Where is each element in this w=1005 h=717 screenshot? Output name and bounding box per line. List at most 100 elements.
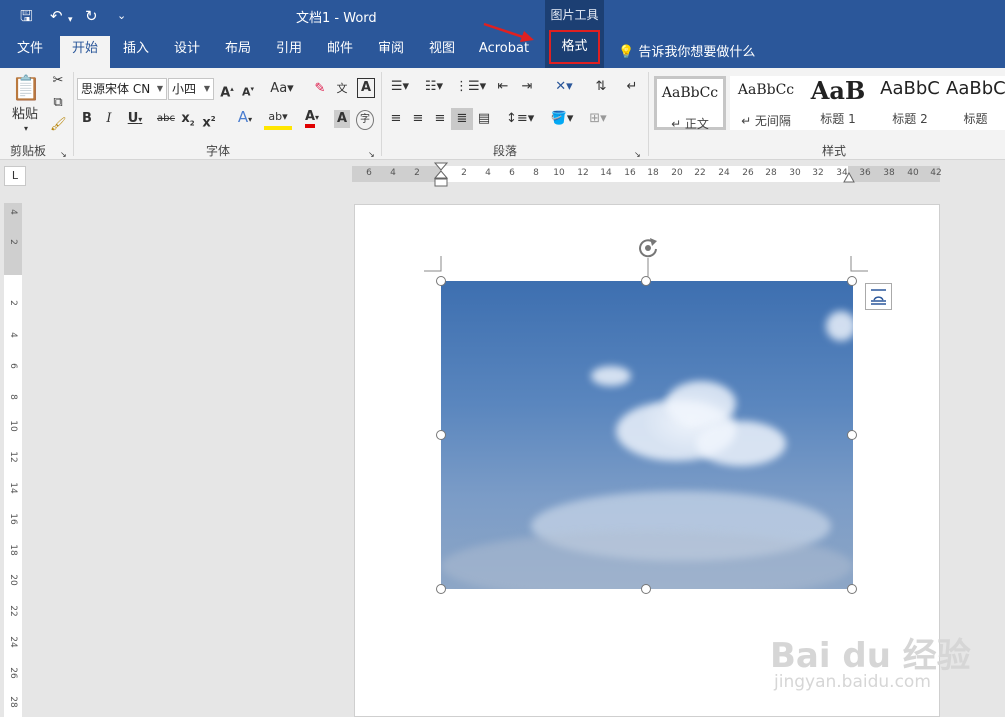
grow-font-icon[interactable]: A▴ [219, 80, 235, 102]
tab-layout[interactable]: 布局 [217, 32, 259, 68]
baidu-watermark: Bai du 经验 jingyan.baidu.com [770, 606, 1000, 696]
tab-file[interactable]: 文件 [10, 32, 50, 68]
tab-format[interactable]: 格式 [549, 30, 600, 64]
italic-icon[interactable]: I [102, 110, 116, 128]
tab-insert[interactable]: 插入 [115, 32, 157, 68]
sky-picture[interactable] [441, 281, 853, 589]
resize-handle-left[interactable] [436, 430, 446, 440]
enclose-characters-icon[interactable]: 字 [356, 110, 374, 130]
align-left-icon[interactable]: ≡ [387, 110, 405, 128]
change-case-icon[interactable]: Aa▾ [268, 80, 296, 98]
cloud-shape [696, 421, 786, 466]
clear-formatting-icon[interactable]: ✎ [312, 80, 328, 98]
tab-stop-selector[interactable]: L [4, 166, 26, 186]
bullets-icon[interactable]: ☰▾ [387, 78, 413, 96]
redo-icon[interactable]: ↻ [85, 6, 98, 26]
document-title: 文档1 - Word [296, 11, 377, 26]
horizontal-ruler[interactable]: 6 4 2 2 4 6 8 10 12 14 16 18 20 22 24 26… [352, 162, 942, 187]
resize-handle-top-left[interactable] [436, 276, 446, 286]
resize-handle-top-right[interactable] [847, 276, 857, 286]
right-indent-marker-icon[interactable] [843, 172, 855, 184]
strikethrough-icon[interactable]: abc [156, 110, 176, 128]
copy-icon[interactable]: ⧉ [50, 94, 66, 112]
clipboard-launcher-icon[interactable]: ↘ [60, 146, 67, 164]
subscript-icon[interactable]: x2 [180, 110, 196, 133]
tab-home[interactable]: 开始 [60, 36, 110, 68]
resize-handle-bottom-right[interactable] [847, 584, 857, 594]
char-border-icon[interactable]: A [357, 78, 375, 98]
undo-icon[interactable]: ↶ [50, 6, 63, 26]
underline-icon[interactable]: U▾ [124, 110, 146, 129]
sort-icon[interactable]: ⇅ [592, 78, 610, 96]
cut-icon[interactable]: ✂ [50, 72, 66, 90]
font-name-value: 思源宋体 CN [81, 82, 151, 96]
text-effects-icon[interactable]: A▾ [232, 108, 258, 129]
ruler-number: 20 [8, 574, 18, 586]
vertical-ruler[interactable]: 4 2 2 4 6 8 10 12 14 16 18 20 22 24 26 2… [4, 203, 22, 717]
tell-me-search[interactable]: 💡 告诉我你想要做什么 [618, 41, 755, 60]
distributed-icon[interactable]: ▤ [475, 110, 493, 128]
superscript-icon[interactable]: x2 [201, 110, 217, 132]
phonetic-guide-icon[interactable]: 文 [334, 80, 350, 98]
rotate-handle-icon[interactable] [636, 236, 660, 282]
decrease-indent-icon[interactable]: ⇤ [494, 78, 512, 96]
align-right-icon[interactable]: ≡ [431, 110, 449, 128]
align-center-icon[interactable]: ≡ [409, 110, 427, 128]
customize-qa-icon[interactable]: ⌄ [117, 6, 126, 26]
chinese-layout-icon[interactable]: ✕▾ [550, 78, 578, 96]
paste-icon[interactable]: 📋 [10, 72, 42, 104]
resize-handle-right[interactable] [847, 430, 857, 440]
style-heading-1[interactable]: AaB 标题 1 [802, 76, 874, 130]
undo-dropdown-icon[interactable]: ▾ [68, 10, 73, 30]
increase-indent-icon[interactable]: ⇥ [518, 78, 536, 96]
resize-handle-top[interactable] [641, 276, 651, 286]
tell-me-text: 告诉我你想要做什么 [638, 45, 756, 60]
shrink-font-icon[interactable]: A▾ [240, 80, 256, 102]
ruler-number: 16 [8, 513, 18, 525]
tab-view[interactable]: 视图 [421, 32, 463, 68]
font-name-combo[interactable]: 思源宋体 CN ▼ [77, 78, 167, 100]
show-marks-icon[interactable]: ↵ [624, 78, 640, 96]
annotation-arrow-icon [483, 22, 534, 42]
shading-icon[interactable]: 🪣▾ [548, 110, 576, 128]
tab-mailings[interactable]: 邮件 [319, 32, 361, 68]
justify-icon[interactable]: ≣ [451, 108, 473, 130]
watermark-url: jingyan.baidu.com [774, 672, 931, 692]
style-heading-2[interactable]: AaBbC 标题 2 [874, 76, 946, 130]
page-corner-mark [424, 256, 442, 272]
resize-handle-bottom-left[interactable] [436, 584, 446, 594]
save-icon[interactable]: 🖫 [20, 6, 33, 26]
style-normal[interactable]: AaBbCc ↵ 正文 [654, 76, 726, 131]
group-label-paragraph: 段落 [493, 144, 518, 158]
tab-references[interactable]: 引用 [268, 32, 310, 68]
ruler-number: 4 [485, 168, 491, 178]
highlight-color-icon[interactable]: ab▾ [264, 108, 292, 130]
style-name: 标题 1 [820, 112, 856, 126]
tab-design[interactable]: 设计 [166, 32, 208, 68]
resize-handle-bottom[interactable] [641, 584, 651, 594]
tab-review[interactable]: 审阅 [370, 32, 412, 68]
style-title[interactable]: AaBbC 标题 [946, 76, 1005, 130]
font-launcher-icon[interactable]: ↘ [368, 146, 375, 164]
numbering-icon[interactable]: ☷▾ [421, 78, 447, 96]
paste-dropdown-icon[interactable]: ▾ [20, 120, 32, 138]
style-no-spacing[interactable]: AaBbCc ↵ 无间隔 [730, 76, 802, 130]
font-color-icon[interactable]: A▾ [298, 108, 326, 128]
ruler-number: 30 [789, 168, 801, 178]
format-painter-icon[interactable]: 🖌 [50, 116, 67, 134]
char-shading-icon[interactable]: A [334, 110, 350, 128]
layout-options-button[interactable] [865, 283, 892, 310]
chevron-down-icon[interactable]: ▼ [157, 79, 163, 99]
indent-marker-icon[interactable] [434, 162, 448, 188]
bold-icon[interactable]: B [80, 110, 94, 128]
group-separator [73, 72, 74, 156]
font-size-combo[interactable]: 小四 ▼ [168, 78, 214, 100]
ruler-number: 20 [671, 168, 683, 178]
ruler-number: 12 [8, 451, 18, 463]
paragraph-launcher-icon[interactable]: ↘ [634, 146, 641, 164]
multilevel-list-icon[interactable]: ⋮☰▾ [455, 78, 486, 96]
chevron-down-icon[interactable]: ▼ [204, 79, 210, 99]
line-spacing-icon[interactable]: ↕≡▾ [506, 110, 534, 128]
borders-icon[interactable]: ⊞▾ [584, 110, 612, 128]
style-name: ↵ 无间隔 [741, 114, 791, 128]
